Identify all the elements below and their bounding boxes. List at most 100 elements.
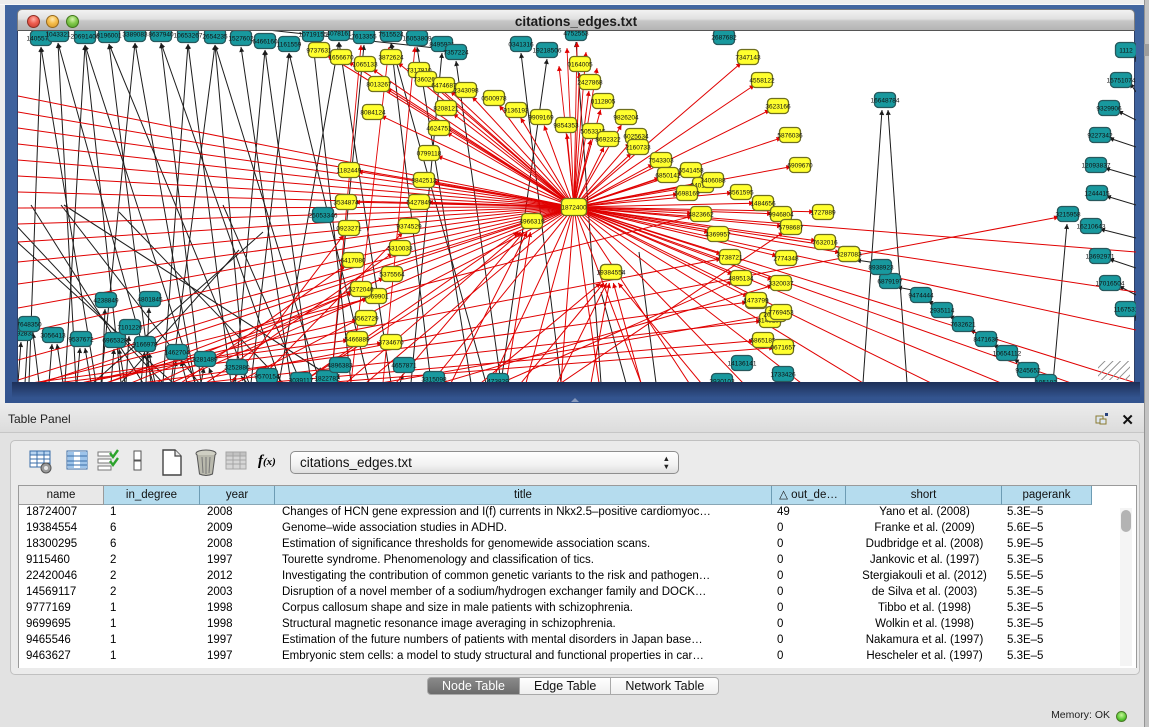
- svg-text:2343098: 2343098: [453, 87, 479, 94]
- svg-text:7515524: 7515524: [378, 31, 404, 38]
- svg-text:1822782: 1822782: [314, 375, 340, 382]
- svg-text:5375564: 5375564: [379, 271, 405, 278]
- svg-text:8938923: 8938923: [868, 264, 894, 271]
- svg-text:9570154: 9570154: [254, 373, 280, 380]
- svg-text:5427849: 5427849: [406, 199, 432, 206]
- svg-text:16210643: 16210643: [1077, 223, 1106, 230]
- svg-text:1733426: 1733426: [770, 371, 796, 378]
- svg-text:4657871: 4657871: [391, 362, 417, 369]
- svg-text:13692971: 13692971: [1086, 253, 1115, 260]
- svg-text:3534874: 3534874: [333, 199, 359, 206]
- svg-text:6466160: 6466160: [252, 38, 278, 45]
- svg-text:4896383: 4896383: [327, 362, 353, 369]
- svg-text:4966319: 4966319: [519, 218, 545, 225]
- svg-text:4369957: 4369957: [705, 231, 731, 238]
- svg-text:1872400: 1872400: [561, 204, 587, 211]
- svg-text:3252880: 3252880: [224, 364, 250, 371]
- svg-text:8208121: 8208121: [433, 105, 459, 112]
- svg-text:17016504: 17016504: [1096, 280, 1125, 287]
- svg-text:7101226: 7101226: [117, 324, 143, 331]
- svg-text:10654112: 10654112: [993, 350, 1022, 357]
- svg-text:2160733: 2160733: [625, 144, 651, 151]
- svg-text:12093837: 12093837: [1082, 162, 1111, 169]
- svg-text:1527602: 1527602: [228, 35, 254, 42]
- svg-text:1484656: 1484656: [750, 200, 776, 207]
- svg-text:9854353: 9854353: [553, 122, 579, 129]
- svg-text:8196001: 8196001: [96, 32, 122, 39]
- svg-text:1182449: 1182449: [337, 167, 362, 174]
- svg-text:9166978: 9166978: [132, 341, 158, 348]
- svg-text:8281489: 8281489: [192, 356, 218, 363]
- svg-text:3842513: 3842513: [411, 177, 437, 184]
- svg-text:7347143: 7347143: [735, 54, 761, 61]
- svg-text:1161559: 1161559: [277, 41, 302, 48]
- svg-text:8084124: 8084124: [360, 109, 386, 116]
- svg-text:9474444: 9474444: [908, 292, 934, 299]
- svg-text:4624751: 4624751: [426, 125, 452, 132]
- svg-text:8013267: 8013267: [366, 81, 392, 88]
- svg-text:9737631: 9737631: [306, 47, 332, 54]
- svg-text:9245652: 9245652: [1015, 367, 1041, 374]
- svg-text:1167531: 1167531: [1114, 306, 1136, 313]
- svg-text:9946804: 9946804: [768, 211, 794, 218]
- svg-text:6541458: 6541458: [678, 167, 704, 174]
- svg-text:6417080: 6417080: [340, 257, 366, 264]
- svg-text:4752553: 4752553: [563, 31, 589, 37]
- svg-text:6562729: 6562729: [353, 315, 379, 322]
- svg-text:1656670: 1656670: [328, 54, 354, 61]
- svg-text:0799118: 0799118: [417, 150, 442, 157]
- svg-text:3056413: 3056413: [40, 332, 66, 339]
- svg-text:15751074: 15751074: [1107, 77, 1136, 84]
- svg-text:4238849: 4238849: [93, 297, 119, 304]
- svg-text:5698169: 5698169: [674, 190, 700, 197]
- svg-text:3872624: 3872624: [378, 54, 404, 61]
- svg-text:8692322: 8692322: [595, 136, 621, 143]
- svg-text:4895134: 4895134: [728, 275, 754, 282]
- svg-text:3623166: 3623166: [765, 103, 791, 110]
- svg-text:2687682: 2687682: [711, 34, 737, 41]
- svg-text:3215958: 3215958: [1055, 211, 1081, 218]
- svg-text:9909169: 9909169: [528, 114, 554, 121]
- svg-text:4823662: 4823662: [688, 211, 714, 218]
- svg-text:1244415: 1244415: [1084, 190, 1110, 197]
- svg-text:7769453: 7769453: [768, 309, 794, 316]
- svg-text:3734670: 3734670: [378, 339, 404, 346]
- svg-text:0341316: 0341316: [508, 41, 534, 48]
- svg-text:7632016: 7632016: [812, 239, 838, 246]
- svg-text:0500978: 0500978: [481, 95, 507, 102]
- svg-text:5876036: 5876036: [777, 132, 803, 139]
- svg-text:3406088: 3406088: [700, 177, 726, 184]
- svg-text:10653267: 10653267: [174, 32, 203, 39]
- svg-text:16053809: 16053809: [403, 35, 432, 42]
- svg-text:6965328: 6965328: [102, 337, 128, 344]
- svg-text:9537672: 9537672: [68, 336, 94, 343]
- svg-text:5466889: 5466889: [344, 336, 370, 343]
- svg-text:1112: 1112: [1119, 47, 1133, 54]
- svg-text:4558122: 4558122: [749, 77, 775, 84]
- svg-text:25053346: 25053346: [309, 212, 338, 219]
- svg-text:3389083: 3389083: [122, 31, 148, 38]
- svg-text:2935114: 2935114: [930, 307, 955, 314]
- svg-text:2774348: 2774348: [773, 255, 799, 262]
- svg-text:0923271: 0923271: [336, 225, 362, 232]
- svg-text:1065133: 1065133: [352, 61, 378, 68]
- svg-text:3287083: 3287083: [836, 251, 862, 258]
- svg-text:9136193: 9136193: [503, 107, 529, 114]
- svg-text:16648784: 16648784: [871, 97, 900, 104]
- svg-text:5310033: 5310033: [387, 245, 413, 252]
- svg-text:5798687: 5798687: [778, 224, 804, 231]
- svg-text:9374529: 9374529: [396, 223, 422, 230]
- svg-text:1473799: 1473799: [743, 297, 769, 304]
- svg-text:19384554: 19384554: [597, 269, 626, 276]
- svg-text:6850142: 6850142: [655, 172, 681, 179]
- svg-text:9227342: 9227342: [1087, 132, 1113, 139]
- svg-text:3320037: 3320037: [768, 280, 794, 287]
- svg-text:19218506: 19218506: [533, 47, 562, 54]
- svg-text:7543303: 7543303: [648, 157, 674, 164]
- svg-text:4801845: 4801845: [137, 296, 163, 303]
- svg-text:6272046: 6272046: [348, 286, 374, 293]
- svg-text:9826204: 9826204: [613, 114, 639, 121]
- svg-text:7738721: 7738721: [717, 254, 743, 261]
- svg-text:8637940: 8637940: [148, 31, 174, 38]
- svg-text:3561595: 3561595: [728, 189, 754, 196]
